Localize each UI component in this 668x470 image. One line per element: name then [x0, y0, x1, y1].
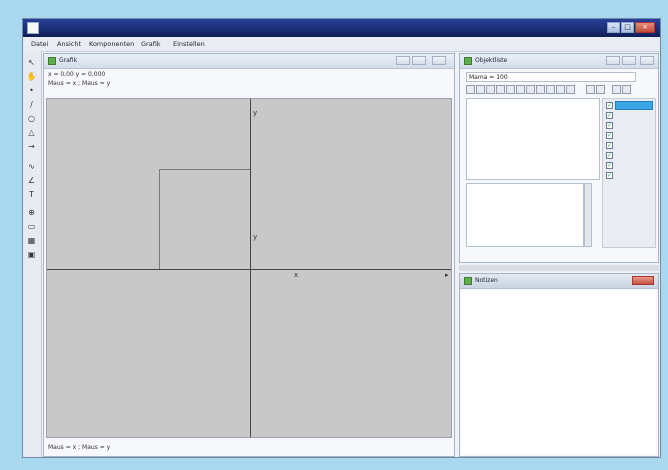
visibility-checkbox[interactable]: ✓: [606, 172, 613, 179]
object-list-icon: [464, 57, 472, 65]
app-icon: [27, 22, 39, 34]
text-icon[interactable]: T: [26, 189, 37, 200]
x-axis-arrow-icon: ▸: [445, 271, 449, 279]
object-select[interactable]: Mama = 100: [466, 72, 636, 82]
selected-entry-highlight[interactable]: [615, 101, 653, 110]
angle-icon[interactable]: ∠: [26, 175, 37, 186]
curve-icon[interactable]: ∿: [26, 161, 37, 172]
menu-datei[interactable]: Datei: [31, 40, 48, 48]
menu-grafik[interactable]: Grafik: [141, 40, 161, 48]
toolbar-button-8[interactable]: [536, 85, 545, 94]
object-list-area[interactable]: [466, 98, 600, 180]
graphics-panel-title: Grafik: [59, 57, 78, 64]
graphics-status-line: Maus = x ; Maus = y: [48, 444, 111, 451]
notes-content[interactable]: [462, 290, 656, 454]
hand-icon[interactable]: ✋: [26, 71, 37, 82]
close-button[interactable]: ×: [635, 22, 655, 33]
notes-panel: Notizen: [459, 273, 659, 457]
rectangle-shape[interactable]: [159, 169, 250, 269]
notes-panel-title: Notizen: [475, 277, 498, 284]
graphics-minimize-button[interactable]: [396, 56, 410, 65]
toolbar-button-2[interactable]: [476, 85, 485, 94]
toolbar-button-4[interactable]: [496, 85, 505, 94]
visibility-checkbox[interactable]: ✓: [606, 162, 613, 169]
object-select-value: Mama = 100: [469, 74, 508, 81]
toolbar-button-10[interactable]: [556, 85, 565, 94]
toolbar-button-3[interactable]: [486, 85, 495, 94]
y-axis-label-top: y: [253, 109, 258, 117]
property-scrollbar[interactable]: [584, 183, 592, 247]
toolbar-button-11[interactable]: [566, 85, 575, 94]
visibility-checkbox[interactable]: ✓: [606, 132, 613, 139]
object-list-close-button[interactable]: [640, 56, 654, 65]
toolbar-button-5[interactable]: [506, 85, 515, 94]
menu-einstellen[interactable]: Einstellen: [173, 40, 205, 48]
polygon-icon[interactable]: △: [26, 127, 37, 138]
graphics-panel: Grafik x = 0,00 y = 0,000 Maus = x ; Mau…: [43, 53, 455, 457]
mouse-info-line: Maus = x ; Maus = y: [48, 80, 111, 87]
object-list-panel: Objektliste Mama = 100 ✓ ✓ ✓ ✓ ✓ ✓ ✓ ✓: [459, 53, 659, 263]
menu-bar: Datei Ansicht Komponenten Grafik Einstel…: [23, 37, 660, 52]
toolbar-button-13[interactable]: [596, 85, 605, 94]
visibility-checkbox[interactable]: ✓: [606, 102, 613, 109]
object-list-maximize-button[interactable]: [622, 56, 636, 65]
ruler-icon[interactable]: ▭: [26, 221, 37, 232]
toolbar-button-14[interactable]: [612, 85, 621, 94]
graphics-panel-header: Grafik: [44, 54, 454, 69]
toolbar-button-12[interactable]: [586, 85, 595, 94]
toolbar-button-7[interactable]: [526, 85, 535, 94]
x-axis: [47, 269, 451, 270]
point-icon[interactable]: •: [26, 85, 37, 96]
visibility-checkbox[interactable]: ✓: [606, 112, 613, 119]
app-window: – □ × Datei Ansicht Komponenten Grafik E…: [22, 18, 661, 458]
graph-icon[interactable]: ▦: [26, 235, 37, 246]
tool-strip: ↖ ✋ • / ○ △ → ∿ ∠ T ⊕ ▭ ▦ ▣: [23, 51, 42, 457]
y-axis-label-mid: y: [253, 233, 258, 241]
graphics-canvas[interactable]: y y x ▸: [46, 98, 452, 438]
notes-panel-icon: [464, 277, 472, 285]
line-icon[interactable]: /: [26, 99, 37, 110]
object-property-area[interactable]: [466, 183, 584, 247]
graphics-close-button[interactable]: [432, 56, 446, 65]
graphics-maximize-button[interactable]: [412, 56, 426, 65]
notes-close-button[interactable]: [632, 276, 654, 285]
visibility-column: ✓ ✓ ✓ ✓ ✓ ✓ ✓ ✓: [602, 98, 656, 248]
maximize-button[interactable]: □: [621, 22, 634, 33]
object-list-header: Objektliste: [460, 54, 658, 69]
pointer-icon[interactable]: ↖: [26, 57, 37, 68]
notes-panel-header: Notizen: [460, 274, 658, 289]
object-list-title: Objektliste: [475, 57, 508, 64]
visibility-checkbox[interactable]: ✓: [606, 122, 613, 129]
toolbar-button-6[interactable]: [516, 85, 525, 94]
toolbar-button-15[interactable]: [622, 85, 631, 94]
circle-icon[interactable]: ○: [26, 113, 37, 124]
vector-icon[interactable]: →: [26, 141, 37, 152]
object-list-minimize-button[interactable]: [606, 56, 620, 65]
settings-icon[interactable]: ▣: [26, 249, 37, 260]
title-bar: – □ ×: [23, 19, 660, 37]
visibility-checkbox[interactable]: ✓: [606, 142, 613, 149]
x-axis-label: x: [294, 271, 299, 279]
coordinates-readout: x = 0,00 y = 0,000: [48, 71, 106, 78]
toolbar-button-1[interactable]: [466, 85, 475, 94]
visibility-checkbox[interactable]: ✓: [606, 152, 613, 159]
zoom-icon[interactable]: ⊕: [26, 207, 37, 218]
minimize-button[interactable]: –: [607, 22, 620, 33]
object-toolbar: [466, 85, 652, 95]
panel-splitter[interactable]: [459, 265, 659, 271]
menu-komponenten[interactable]: Komponenten: [89, 40, 134, 48]
toolbar-button-9[interactable]: [546, 85, 555, 94]
graphics-panel-icon: [48, 57, 56, 65]
menu-ansicht[interactable]: Ansicht: [57, 40, 81, 48]
